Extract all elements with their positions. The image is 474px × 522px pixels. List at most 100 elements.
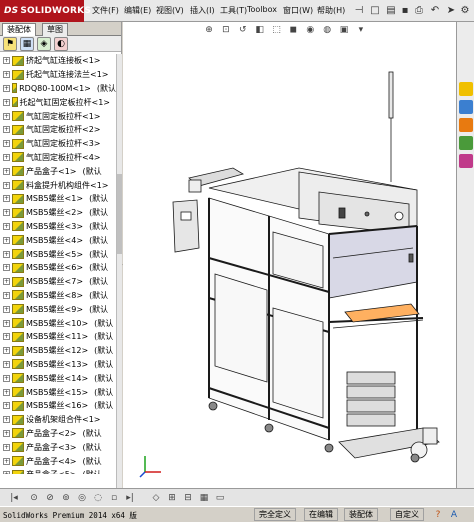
save-icon[interactable]: ▪ [398, 4, 412, 18]
expand-icon[interactable]: + [3, 291, 10, 299]
tree-item[interactable]: + MSB5螺丝<10> (默认 [0, 316, 116, 330]
scrollbar-thumb[interactable] [117, 174, 122, 254]
tree-item[interactable]: + MSB5螺丝<3> (默认 [0, 220, 116, 234]
select-arrow-icon[interactable]: ➤ [444, 4, 458, 18]
tree-item[interactable]: + MSB5螺丝<2> (默认 [0, 206, 116, 220]
expand-icon[interactable]: + [3, 209, 10, 217]
language-icon[interactable]: A [448, 509, 460, 521]
expand-icon[interactable]: + [3, 319, 10, 327]
model-tab-next-icon[interactable]: ▸| [124, 492, 136, 504]
display-manager-icon[interactable]: ◐ [54, 37, 68, 51]
tree-item[interactable]: + MSB5螺丝<11> (默认 [0, 330, 116, 344]
menu-toolbox[interactable]: Toolbox [247, 5, 277, 14]
expand-icon[interactable]: + [3, 305, 10, 313]
machine-model[interactable] [123, 22, 456, 488]
menu-help[interactable]: 帮助(H) [317, 5, 345, 16]
expand-icon[interactable]: + [3, 264, 10, 272]
expand-icon[interactable]: + [3, 429, 10, 437]
expand-icon[interactable]: + [3, 278, 10, 286]
tree-item[interactable]: + 设备机架组合件<1> [0, 413, 116, 427]
design-library-icon[interactable] [459, 100, 473, 114]
layer-icon[interactable]: ◇ [150, 492, 162, 504]
menu-tools[interactable]: 工具(T) [220, 5, 247, 16]
tree-item[interactable]: + MSB5螺丝<16> (默认 [0, 399, 116, 413]
tree-item[interactable]: + MSB5螺丝<14> (默认 [0, 371, 116, 385]
snap-icon[interactable]: ⊞ [166, 492, 178, 504]
tree-item[interactable]: + 料盒提升机构组件<1> [0, 178, 116, 192]
measure-icon[interactable]: ◌ [92, 492, 104, 504]
file-explorer-icon[interactable] [459, 118, 473, 132]
menu-window[interactable]: 窗口(W) [283, 5, 313, 16]
tree-item[interactable]: + MSB5螺丝<15> (默认 [0, 385, 116, 399]
tree-item[interactable]: + MSB5螺丝<6> (默认 [0, 261, 116, 275]
expand-icon[interactable]: + [3, 333, 10, 341]
tab-sketch[interactable]: 草图 [42, 23, 68, 36]
tree-item[interactable]: + 托起气缸固定板拉杆<1> [0, 95, 116, 109]
model-tab-prev-icon[interactable]: |◂ [8, 492, 20, 504]
resources-icon[interactable] [459, 82, 473, 96]
menu-file[interactable]: 文件(F) [92, 5, 119, 16]
expand-icon[interactable]: + [3, 167, 10, 175]
expand-icon[interactable]: + [3, 71, 10, 79]
reference-icon[interactable]: ⊟ [182, 492, 194, 504]
tree-item[interactable]: + 气缸固定板拉杆<4> [0, 151, 116, 165]
tree-item[interactable]: + 气缸固定板拉杆<1> [0, 109, 116, 123]
expand-icon[interactable]: + [3, 126, 10, 134]
tree-item[interactable]: + 气缸固定板拉杆<2> [0, 123, 116, 137]
tree-item[interactable]: + MSB5螺丝<5> (默认 [0, 247, 116, 261]
expand-icon[interactable]: + [3, 181, 10, 189]
rotate-icon[interactable]: ⊙ [28, 492, 40, 504]
tree-item[interactable]: + MSB5螺丝<1> (默认 [0, 192, 116, 206]
configuration-manager-icon[interactable]: ◈ [37, 37, 51, 51]
units-selector[interactable]: 自定义 [390, 508, 424, 521]
tree-item[interactable]: + MSB5螺丝<8> (默认 [0, 289, 116, 303]
tree-item[interactable]: + 产品盒子<5> (默认 [0, 468, 116, 474]
solidworks-logo[interactable]: DSSOLIDWORKS▸ [0, 0, 91, 37]
expand-icon[interactable]: + [3, 347, 10, 355]
tree-item[interactable]: + 产品盒子<1> (默认 [0, 164, 116, 178]
tree-item[interactable]: + 产品盒子<3> (默认 [0, 440, 116, 454]
expand-icon[interactable]: + [3, 471, 10, 474]
tab-assembly[interactable]: 装配体 [2, 23, 36, 36]
property-manager-icon[interactable]: ▦ [20, 37, 34, 51]
expand-icon[interactable]: + [3, 374, 10, 382]
pan-icon[interactable]: ⊘ [44, 492, 56, 504]
menu-view[interactable]: 视图(V) [156, 5, 184, 16]
tree-item[interactable]: + 产品盒子<4> (默认 [0, 454, 116, 468]
tree-item[interactable]: + 产品盒子<2> (默认 [0, 427, 116, 441]
tree-item[interactable]: + MSB5螺丝<4> (默认 [0, 233, 116, 247]
grid-icon[interactable]: ▦ [198, 492, 210, 504]
expand-icon[interactable]: + [3, 236, 10, 244]
tree-item[interactable]: + 托起气缸连接法兰<1> [0, 68, 116, 82]
tree-item[interactable]: + MSB5螺丝<7> (默认 [0, 275, 116, 289]
tree-item[interactable]: + RDQ80-100M<1> (默认 [0, 82, 116, 96]
zoom-icon[interactable]: ⊚ [60, 492, 72, 504]
expand-icon[interactable]: + [3, 457, 10, 465]
expand-icon[interactable]: + [3, 250, 10, 258]
tree-item[interactable]: + 挤起气缸连接板<1> [0, 54, 116, 68]
sketch-icon[interactable]: ◎ [76, 492, 88, 504]
options-icon[interactable]: ▭ [214, 492, 226, 504]
menu-edit[interactable]: 编辑(E) [124, 5, 151, 16]
normal-to-icon[interactable]: ▫ [108, 492, 120, 504]
new-document-icon[interactable]: □ [368, 4, 382, 18]
tree-item[interactable]: + MSB5螺丝<9> (默认 [0, 302, 116, 316]
expand-icon[interactable]: + [3, 360, 10, 368]
print-icon[interactable]: ⎙ [412, 4, 426, 18]
feature-manager-icon[interactable]: ⚑ [3, 37, 17, 51]
expand-icon[interactable]: + [3, 388, 10, 396]
expand-icon[interactable]: + [3, 140, 10, 148]
expand-icon[interactable]: + [3, 222, 10, 230]
expand-icon[interactable]: + [3, 57, 10, 65]
appearances-icon[interactable] [459, 154, 473, 168]
undo-icon[interactable]: ↶ [428, 4, 442, 18]
expand-icon[interactable]: + [3, 416, 10, 424]
open-folder-icon[interactable]: ▤ [384, 4, 398, 18]
expand-icon[interactable]: + [3, 98, 10, 106]
expand-icon[interactable]: + [3, 112, 10, 120]
tree-item[interactable]: + 气缸固定板拉杆<3> [0, 137, 116, 151]
expand-icon[interactable]: + [3, 443, 10, 451]
expand-icon[interactable]: + [3, 195, 10, 203]
tree-item[interactable]: + MSB5螺丝<12> (默认 [0, 344, 116, 358]
rebuild-icon[interactable]: ⚙ [458, 4, 472, 18]
